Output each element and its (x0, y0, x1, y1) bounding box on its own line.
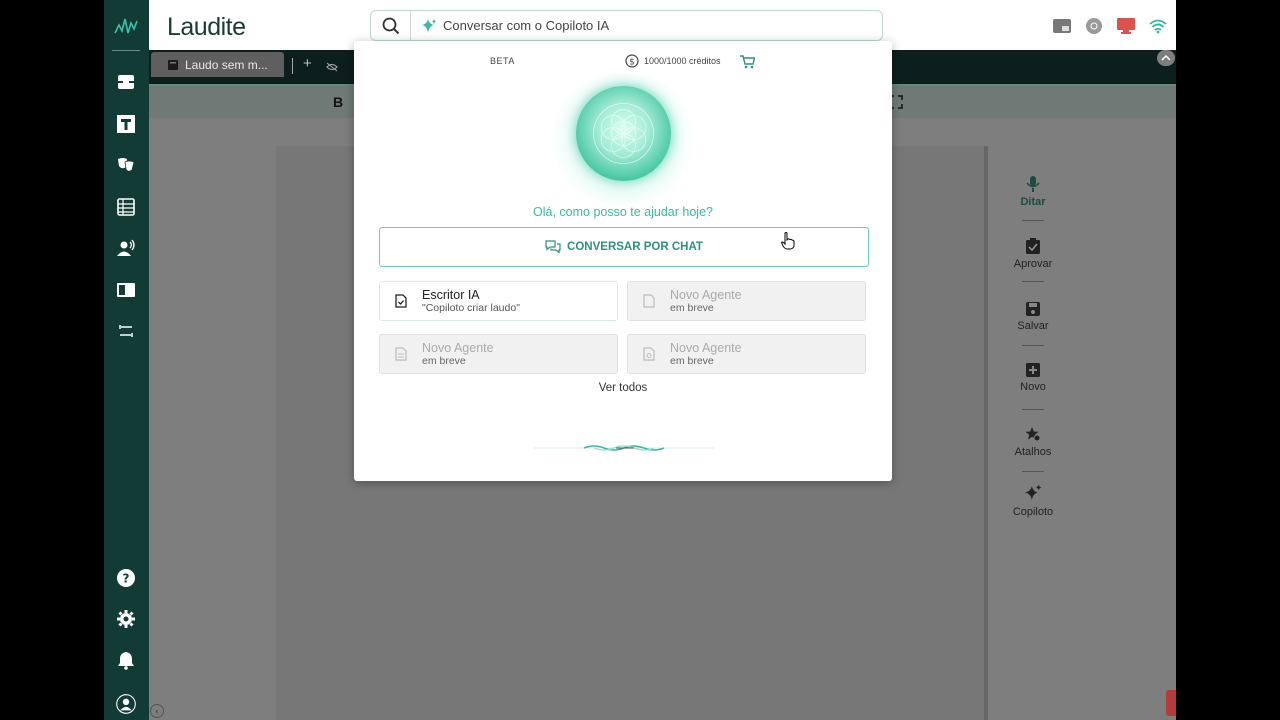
copilot-modal: BETA $ 1000/1000 créditos Olá, como poss… (354, 41, 892, 481)
new-label: Novo (1020, 381, 1046, 393)
new-button[interactable]: Novo (998, 363, 1068, 393)
user-avatar-icon[interactable] (110, 689, 142, 719)
dictate-button[interactable]: Ditar (998, 176, 1068, 208)
system-tray (1052, 16, 1168, 36)
agent-card-subtitle: em breve (422, 354, 466, 367)
collapse-chevron-icon[interactable] (1157, 50, 1175, 66)
save-label: Salvar (1017, 320, 1049, 332)
panel-divider (1022, 281, 1044, 282)
agent-card-subtitle: em breve (670, 354, 714, 367)
chat-button-label: CONVERSAR POR CHAT (567, 241, 703, 253)
agent-card-novo-agente: Novo Agente em breve (379, 334, 618, 374)
sidebar: ? (104, 0, 149, 720)
dictate-label: Ditar (1020, 196, 1046, 208)
inbox-icon[interactable] (114, 70, 138, 94)
add-tab-icon[interactable]: + (303, 55, 312, 72)
agent-card-novo-agente: Novo Agente em breve (627, 281, 866, 321)
copilot-button[interactable]: Copiloto (998, 484, 1068, 518)
approve-label: Aprovar (1013, 258, 1053, 270)
star-gear-icon (1025, 427, 1041, 442)
copilot-orb-icon (576, 86, 671, 181)
wifi-icon[interactable] (1148, 16, 1168, 36)
svg-text:?: ? (123, 572, 130, 586)
agent-card-title: Novo Agente (670, 340, 742, 355)
spreadsheet-icon[interactable] (114, 195, 138, 219)
tab-document[interactable]: Laudo sem m... (151, 52, 284, 77)
save-icon (1026, 302, 1040, 316)
panel-divider (1022, 345, 1044, 346)
panel-divider (1022, 471, 1044, 472)
document-check-icon (395, 294, 407, 308)
chat-bubbles-icon (545, 240, 561, 254)
copilot-label: Copiloto (1012, 506, 1054, 518)
credits-counter: $ 1000/1000 créditos (625, 54, 721, 68)
chat-button[interactable]: CONVERSAR POR CHAT (379, 227, 869, 267)
text-icon[interactable] (114, 112, 138, 136)
new-document-icon (1026, 363, 1040, 377)
save-button[interactable]: Salvar (998, 302, 1068, 332)
copilot-greeting: Olá, como posso te ajudar hoje? (533, 205, 713, 219)
side-feedback-tab[interactable] (1166, 690, 1176, 716)
clipboard-check-icon (1026, 238, 1040, 254)
picture-in-picture-icon[interactable] (1052, 16, 1072, 36)
agent-card-novo-agente: Novo Agente em breve (627, 334, 866, 374)
agent-card-escritor-ia[interactable]: Escritor IA "Copiloto criar laudo" (379, 281, 618, 321)
shortcuts-label: Atalhos (1014, 446, 1052, 458)
document-icon (168, 59, 178, 70)
workflow-icon[interactable] (114, 319, 138, 343)
laudite-logo-icon[interactable] (110, 8, 142, 46)
cart-icon[interactable] (740, 55, 756, 74)
agent-card-title: Novo Agente (422, 340, 494, 355)
document-icon (643, 294, 655, 308)
microphone-icon (1026, 176, 1040, 192)
coin-icon: $ (625, 54, 639, 68)
voice-user-icon[interactable] (114, 236, 138, 260)
bell-icon[interactable] (114, 648, 138, 672)
theater-masks-icon[interactable] (114, 153, 138, 177)
agent-card-subtitle: em breve (670, 301, 714, 314)
tab-label: Laudo sem m... (185, 57, 268, 72)
help-icon[interactable]: ? (114, 566, 138, 590)
sidebar-divider (112, 50, 140, 51)
chrome-icon[interactable] (1084, 16, 1104, 36)
remote-desktop-icon[interactable] (1116, 16, 1136, 36)
tab-separator (292, 58, 293, 74)
bold-button[interactable]: B (333, 94, 343, 110)
hide-eye-icon[interactable] (326, 59, 338, 77)
agent-card-title: Escritor IA (422, 287, 480, 302)
document-lines-icon (395, 347, 407, 361)
see-all-link[interactable]: Ver todos (354, 382, 892, 394)
panel-divider (1022, 220, 1044, 221)
beta-badge: BETA (490, 56, 515, 66)
agent-card-title: Novo Agente (670, 287, 742, 302)
search-icon[interactable] (371, 11, 411, 40)
svg-text:$: $ (629, 58, 635, 68)
shortcuts-button[interactable]: Atalhos (998, 426, 1068, 458)
approve-button[interactable]: Aprovar (998, 238, 1068, 270)
voice-wave-icon (534, 441, 714, 459)
copilot-search-bar[interactable]: Conversar com o Copiloto IA (370, 10, 883, 41)
mouse-cursor-icon (780, 232, 795, 255)
brand-name: Laudite (167, 13, 246, 41)
sparkle-icon (1025, 484, 1042, 500)
settings-icon[interactable] (114, 607, 138, 631)
image-document-icon (643, 347, 655, 361)
panel-divider (1022, 409, 1044, 410)
book-icon[interactable] (114, 278, 138, 302)
agent-card-subtitle: "Copiloto criar laudo" (422, 301, 520, 314)
credits-text: 1000/1000 créditos (644, 56, 721, 66)
sparkle-icon (422, 18, 436, 33)
search-placeholder: Conversar com o Copiloto IA (443, 18, 610, 33)
expand-chevron-icon[interactable]: ‹ (150, 704, 164, 718)
